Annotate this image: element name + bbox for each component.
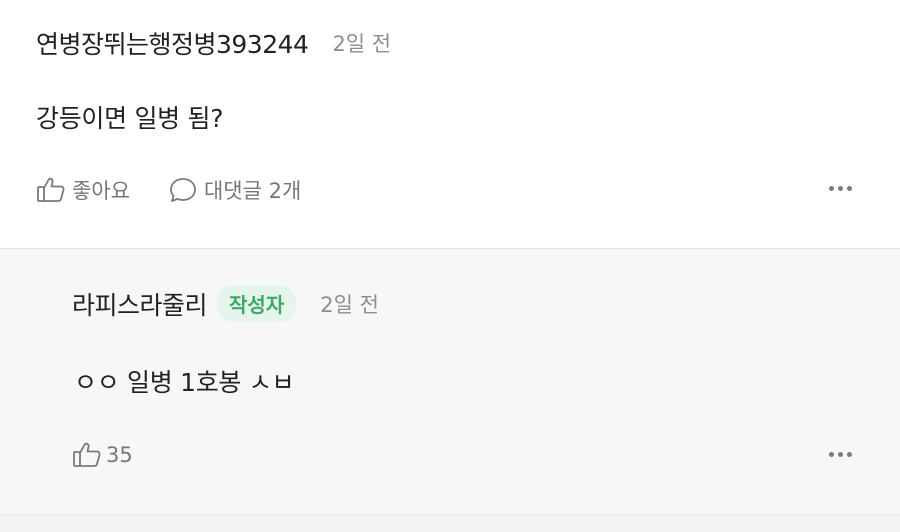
reply-count-label: 대댓글 2개 bbox=[203, 179, 302, 203]
comment-author[interactable]: 연병장뛰는행정병393244 bbox=[36, 25, 309, 61]
comment-item: 연병장뛰는행정병393244 2일 전 강등이면 일병 됨? 좋아요 대댓글 2… bbox=[0, 0, 900, 248]
thumbs-up-icon bbox=[72, 441, 102, 469]
next-item-edge bbox=[0, 515, 900, 532]
like-button[interactable]: 좋아요 bbox=[36, 175, 130, 205]
reply-count-button[interactable]: 대댓글 2개 bbox=[168, 175, 301, 205]
speech-bubble-icon bbox=[168, 176, 198, 204]
reply-timestamp: 2일 전 bbox=[320, 292, 379, 317]
reply-header: 라피스라줄리 작성자 2일 전 bbox=[72, 285, 379, 322]
more-options-icon[interactable] bbox=[829, 452, 852, 457]
reply-author[interactable]: 라피스라줄리 bbox=[72, 286, 208, 322]
reply-text: ㅇㅇ 일병 1호봉 ㅅㅂ bbox=[74, 368, 295, 397]
author-badge: 작성자 bbox=[217, 285, 297, 322]
reply-item: 라피스라줄리 작성자 2일 전 ㅇㅇ 일병 1호봉 ㅅㅂ 35 bbox=[0, 249, 900, 532]
comment-header: 연병장뛰는행정병393244 2일 전 bbox=[36, 25, 391, 61]
like-button[interactable]: 35 bbox=[72, 441, 133, 469]
comment-text: 강등이면 일병 됨? bbox=[36, 104, 224, 133]
more-options-icon[interactable] bbox=[829, 186, 852, 191]
comment-timestamp: 2일 전 bbox=[332, 32, 392, 56]
like-count: 35 bbox=[106, 443, 133, 467]
thumbs-up-icon bbox=[36, 176, 66, 204]
reply-actions: 35 bbox=[72, 441, 133, 469]
like-label: 좋아요 bbox=[72, 179, 130, 203]
comment-actions: 좋아요 대댓글 2개 bbox=[36, 175, 301, 205]
